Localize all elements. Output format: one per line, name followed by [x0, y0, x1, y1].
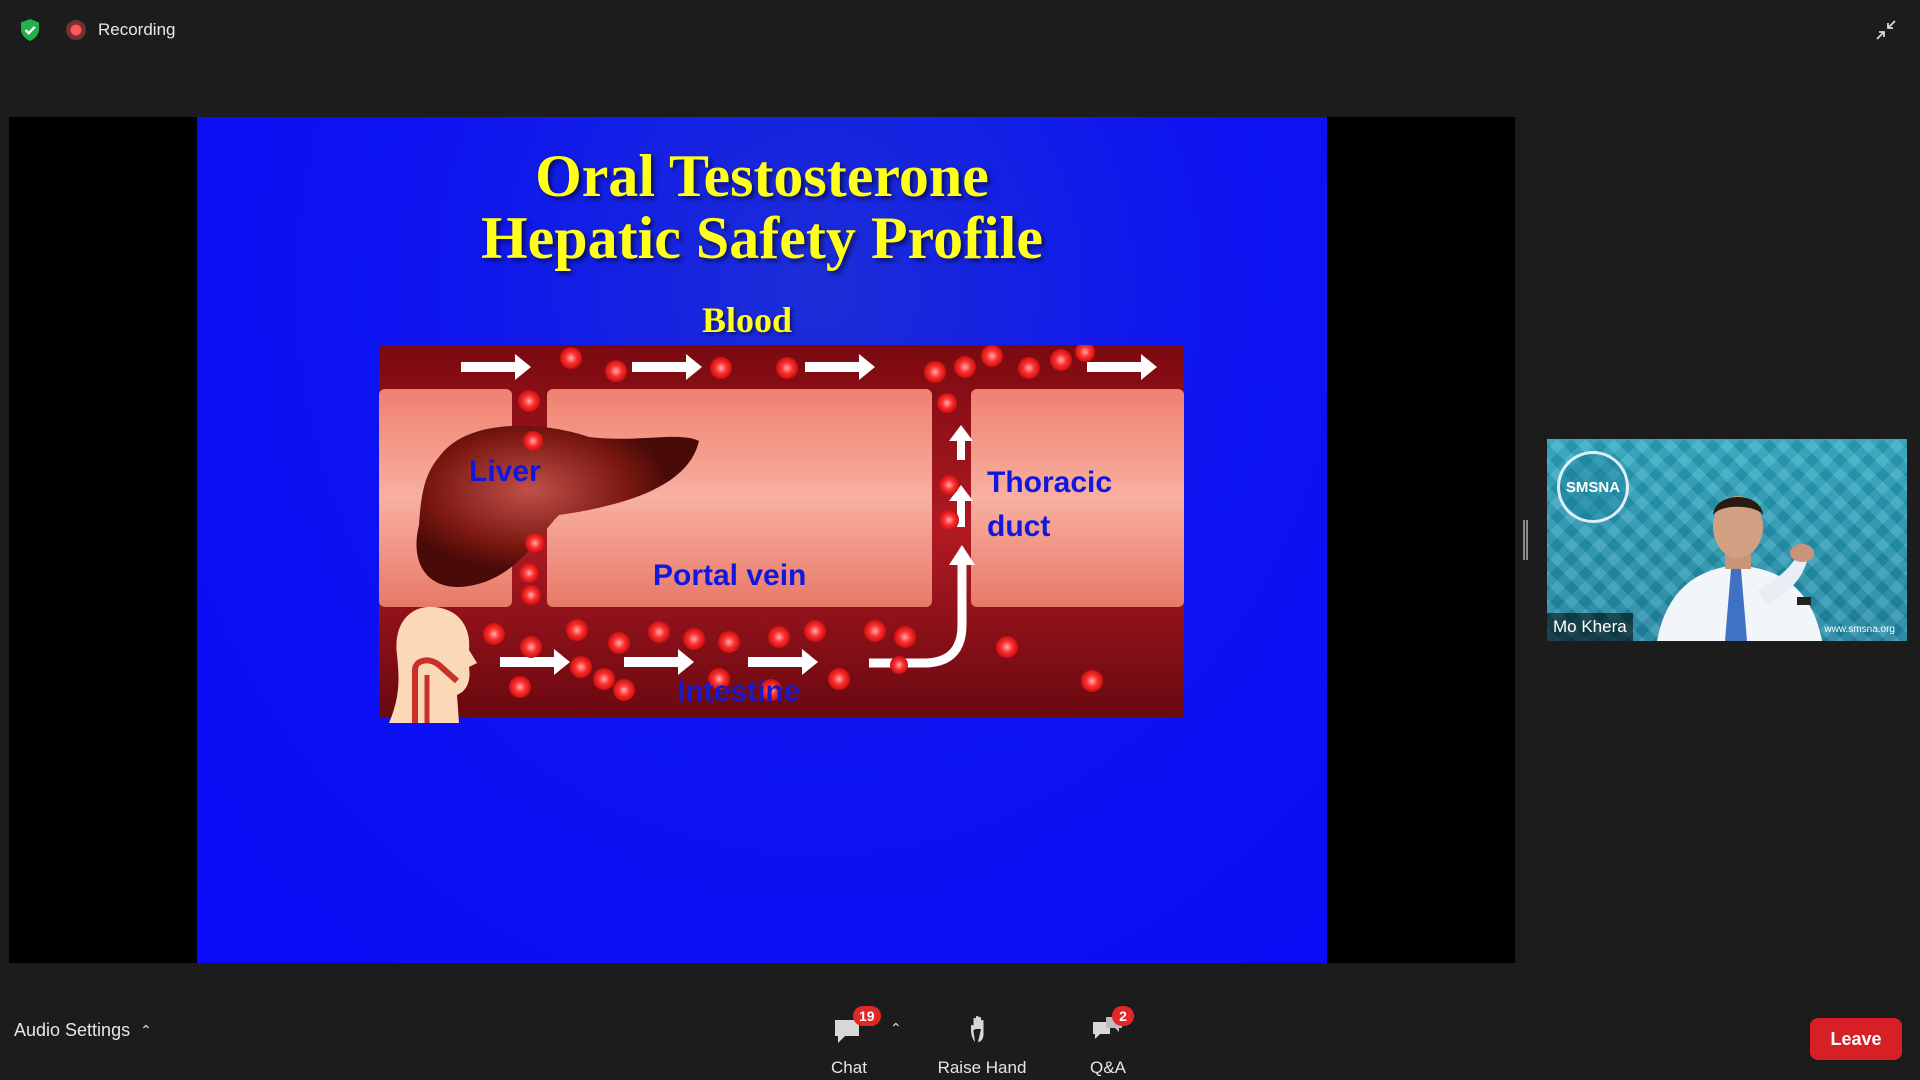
qa-bubbles-icon: 2	[1090, 1006, 1134, 1048]
exit-fullscreen-button[interactable]	[1868, 12, 1904, 48]
record-icon	[66, 20, 86, 40]
qa-label: Q&A	[1090, 1058, 1126, 1077]
shield-check-icon[interactable]	[18, 18, 42, 42]
recording-indicator[interactable]: Recording	[66, 16, 176, 44]
meeting-toolbar: Audio Settings ⌃ 19 Chat ⌃ Raise Hand 2 …	[0, 990, 1920, 1080]
org-url: www.smsna.org	[1824, 624, 1895, 635]
thoracic-label-line1: Thoracic	[987, 466, 1113, 499]
speaker-video	[1657, 496, 1822, 641]
intestine-label: Intestine	[677, 675, 801, 708]
blood-label: Blood	[701, 300, 793, 340]
slide-title-line2: Hepatic Safety Profile	[480, 205, 1044, 271]
audio-settings-button[interactable]: Audio Settings ⌃	[14, 1020, 152, 1041]
chat-options-chevron-icon[interactable]: ⌃	[890, 1020, 902, 1037]
participant-video-tile[interactable]: SMSNA www.smsna.org Mo Khera	[1547, 439, 1907, 641]
hand-icon	[964, 1012, 1000, 1048]
recording-label: Recording	[98, 20, 176, 39]
audio-settings-label: Audio Settings	[14, 1020, 131, 1040]
chat-label: Chat	[831, 1058, 867, 1077]
qa-badge: 2	[1112, 1006, 1134, 1026]
panel-resize-handle[interactable]	[1523, 520, 1528, 560]
participant-name: Mo Khera	[1547, 613, 1633, 641]
leave-button[interactable]: Leave	[1810, 1018, 1902, 1060]
thoracic-duct-label: Thoracic duct	[987, 461, 1112, 549]
chevron-up-icon[interactable]: ⌃	[140, 1022, 152, 1039]
shared-screen: Oral Testosterone Hepatic Safety Profile…	[9, 117, 1515, 963]
exit-fullscreen-icon	[1876, 20, 1896, 40]
slide-title: Oral Testosterone Hepatic Safety Profile	[197, 145, 1327, 269]
chat-button[interactable]: 19 Chat	[794, 1006, 904, 1080]
portal-vein-label: Portal vein	[653, 559, 807, 592]
liver-label: Liver	[469, 455, 541, 488]
raise-hand-button[interactable]: Raise Hand	[927, 1008, 1037, 1080]
chat-bubble-icon: 19	[831, 1006, 881, 1048]
thoracic-label-line2: duct	[987, 510, 1051, 543]
slide-title-line1: Oral Testosterone	[535, 143, 989, 209]
qa-button[interactable]: 2 Q&A	[1053, 1006, 1163, 1080]
chat-badge: 19	[853, 1006, 881, 1026]
circulation-diagram: Liver Portal vein Thoracic duct Intestin…	[379, 342, 1184, 723]
presentation-slide: Oral Testosterone Hepatic Safety Profile…	[197, 117, 1327, 963]
org-logo: SMSNA	[1557, 451, 1629, 523]
top-bar: Recording	[0, 0, 1920, 60]
raise-hand-label: Raise Hand	[937, 1058, 1027, 1077]
